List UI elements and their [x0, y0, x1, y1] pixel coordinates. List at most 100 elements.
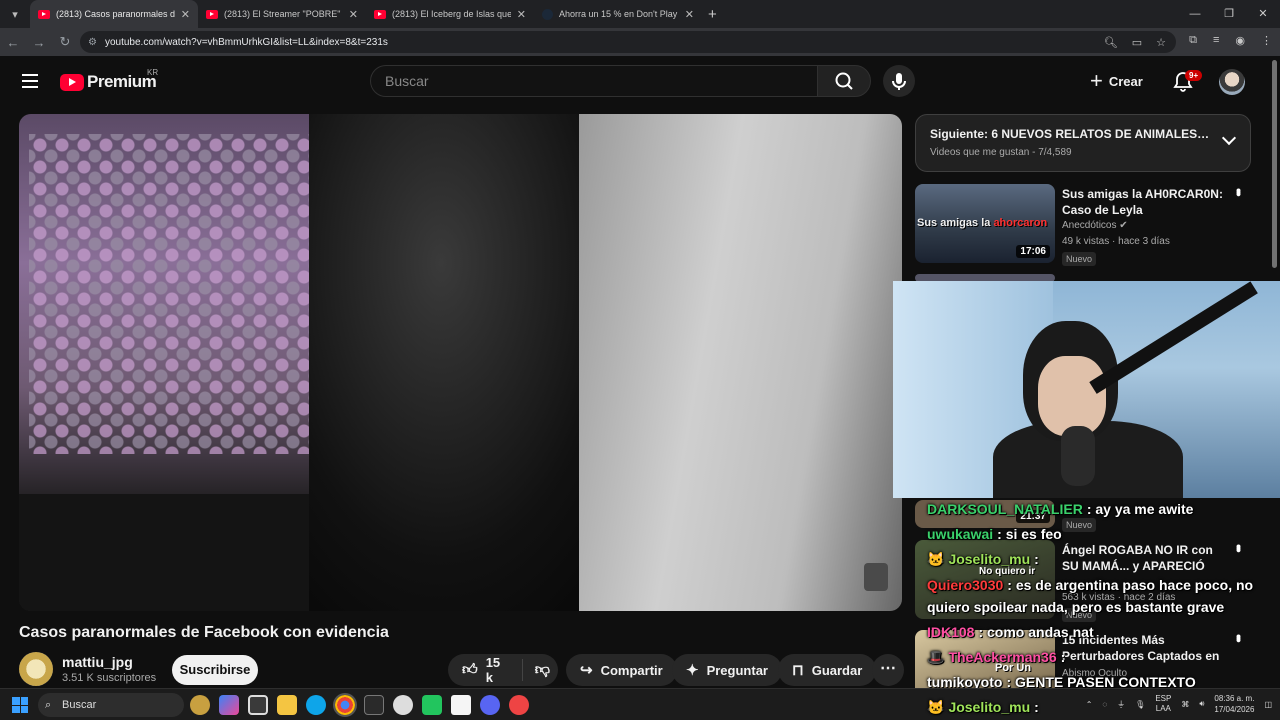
new-tab-icon[interactable]: + [708, 6, 717, 23]
app-icon[interactable] [451, 695, 471, 715]
voice-search-button[interactable] [883, 65, 915, 97]
video-player[interactable] [19, 114, 902, 611]
share-label: Compartir [600, 662, 663, 678]
hamburger-menu-icon[interactable] [22, 74, 38, 92]
app-icon[interactable] [190, 695, 210, 715]
windows-start-icon[interactable] [12, 697, 28, 713]
video-thumbnail[interactable]: 21:37 [915, 500, 1055, 528]
like-dislike-group: 👍︎ 15 k 👎︎ [448, 654, 558, 686]
file-explorer-icon[interactable] [277, 695, 297, 715]
browser-tab[interactable]: (2813) El Iceberg de Islas que e ✕ [366, 0, 534, 28]
close-tab-icon[interactable]: ✕ [517, 8, 526, 21]
browser-tab[interactable]: Ahorra un 15 % en Don't Play T ✕ [534, 0, 702, 28]
edge-icon[interactable] [306, 695, 326, 715]
notifications-icon[interactable]: ◫ [1264, 700, 1272, 709]
window-controls: — ❐ ✕ [1178, 0, 1280, 28]
microphone-icon [892, 73, 906, 90]
taskbar-apps [190, 693, 529, 717]
region-code: KR [147, 68, 159, 77]
usb-icon[interactable]: ⏚ [1117, 699, 1125, 710]
ask-button[interactable]: ✦ Preguntar [672, 654, 782, 686]
youtube-premium-logo[interactable]: Premium KR [60, 68, 158, 92]
browser-tab[interactable]: (2813) El Streamer "POBRE" Má ✕ [198, 0, 366, 28]
app-icon[interactable] [364, 695, 384, 715]
more-actions-button[interactable]: ⋯ [872, 654, 904, 686]
account-avatar[interactable] [1219, 69, 1245, 95]
site-info-icon[interactable]: ⚙ [88, 37, 97, 48]
app-icon[interactable] [509, 695, 529, 715]
reload-icon[interactable]: ↻ [52, 34, 78, 50]
search-button[interactable] [817, 65, 871, 97]
url-field[interactable]: ⚙ youtube.com/watch?v=vhBmmUrhkGI&list=L… [80, 31, 1176, 53]
chevron-down-icon[interactable] [1221, 130, 1237, 146]
dislike-icon[interactable]: 👎︎ [535, 661, 550, 679]
app-icon[interactable] [393, 695, 413, 715]
app-icon[interactable] [422, 695, 442, 715]
channel-avatar[interactable] [19, 652, 53, 686]
recommendation-item[interactable]: No quiero ir Ángel ROGABA NO IR con SU M… [915, 540, 1251, 624]
store-icon[interactable] [248, 695, 268, 715]
language-indicator[interactable]: ESP LAA [1155, 694, 1171, 714]
thumbnail-text: Por Un [995, 662, 1032, 674]
cast-icon[interactable]: ▭ [1132, 36, 1142, 49]
video-thumbnail[interactable]: Por Un [915, 630, 1055, 688]
microphone-icon[interactable]: 🎙︎ [1135, 700, 1145, 709]
share-button[interactable]: ↪ Compartir [566, 654, 677, 686]
browser-tab[interactable]: (2813) Casos paranormales de F ✕ [30, 0, 198, 28]
minimize-icon[interactable]: — [1178, 0, 1212, 28]
channel-watermark[interactable] [864, 563, 888, 591]
youtube-icon [374, 9, 386, 19]
webcam-overlay [893, 281, 1280, 498]
language-layout: LAA [1155, 704, 1171, 713]
share-icon: ↪ [580, 662, 593, 679]
search-input[interactable]: Buscar [370, 65, 818, 97]
kebab-menu-icon[interactable]: ••• [1231, 188, 1247, 194]
maximize-icon[interactable]: ❐ [1212, 0, 1246, 28]
recommendation-item[interactable]: Por Un 15 Incidentes Más Perturbadores C… [915, 630, 1251, 688]
taskbar-search[interactable]: ⌕ Buscar [38, 693, 184, 717]
youtube-play-icon [60, 73, 84, 91]
close-tab-icon[interactable]: ✕ [685, 8, 694, 21]
zoom-icon[interactable]: 🔍︎ [1104, 36, 1118, 49]
recommendation-item[interactable]: Sus amigas la ahorcaron 17:06 Sus amigas… [915, 184, 1251, 268]
close-window-icon[interactable]: ✕ [1246, 0, 1280, 28]
reading-list-icon[interactable]: ≡ [1213, 34, 1219, 47]
tab-search-icon[interactable]: ▾ [4, 3, 26, 25]
subscribe-button[interactable]: Suscribirse [172, 655, 258, 685]
taskbar-search-label: Buscar [62, 699, 97, 711]
discord-icon[interactable] [480, 695, 500, 715]
video-thumbnail[interactable]: Sus amigas la ahorcaron 17:06 [915, 184, 1055, 263]
youtube-icon [38, 9, 50, 19]
bookmark-icon: ⊓ [792, 662, 804, 679]
notification-badge: 9+ [1185, 70, 1203, 81]
channel-name[interactable]: mattiu_jpg [62, 654, 133, 670]
close-tab-icon[interactable]: ✕ [349, 8, 358, 21]
like-count[interactable]: 15 k [486, 655, 504, 685]
create-button[interactable]: + Crear [1090, 67, 1143, 95]
video-thumbnail[interactable]: No quiero ir [915, 540, 1055, 619]
tab-title: (2813) El Streamer "POBRE" Má [224, 9, 343, 19]
network-icon[interactable]: ⌘ [1181, 700, 1189, 709]
profile-icon[interactable]: ◉ [1235, 34, 1245, 47]
like-icon[interactable]: 👍︎ [462, 661, 478, 679]
video-frame-region [29, 134, 309, 454]
close-tab-icon[interactable]: ✕ [181, 8, 190, 21]
playlist-panel[interactable]: Siguiente: 6 NUEVOS RELATOS DE ANIMALES … [915, 114, 1251, 172]
save-button[interactable]: ⊓ Guardar [778, 654, 877, 686]
app-tray-icon[interactable]: ◌ [1102, 700, 1107, 709]
copilot-icon[interactable] [219, 695, 239, 715]
save-label: Guardar [811, 662, 863, 678]
volume-icon[interactable]: 🔊︎ [1199, 699, 1204, 709]
kebab-menu-icon[interactable]: ••• [1231, 544, 1247, 550]
recommendation-item[interactable]: 21:37 Nuevo [915, 500, 1251, 532]
back-icon[interactable]: ← [0, 35, 26, 50]
recommendation-meta: 49 k vistas · hace 3 días [1062, 236, 1170, 247]
kebab-menu-icon[interactable]: ••• [1231, 634, 1247, 640]
chevron-up-icon[interactable]: ⌃ [1086, 700, 1093, 709]
clock[interactable]: 08:36 a. m. 17/04/2026 [1214, 693, 1254, 715]
bookmark-star-icon[interactable]: ☆ [1156, 36, 1166, 49]
forward-icon[interactable]: → [26, 35, 52, 50]
browser-menu-icon[interactable]: ⋮ [1261, 34, 1272, 47]
extensions-icon[interactable]: ⧉ [1189, 34, 1197, 47]
chrome-icon[interactable] [333, 693, 357, 717]
